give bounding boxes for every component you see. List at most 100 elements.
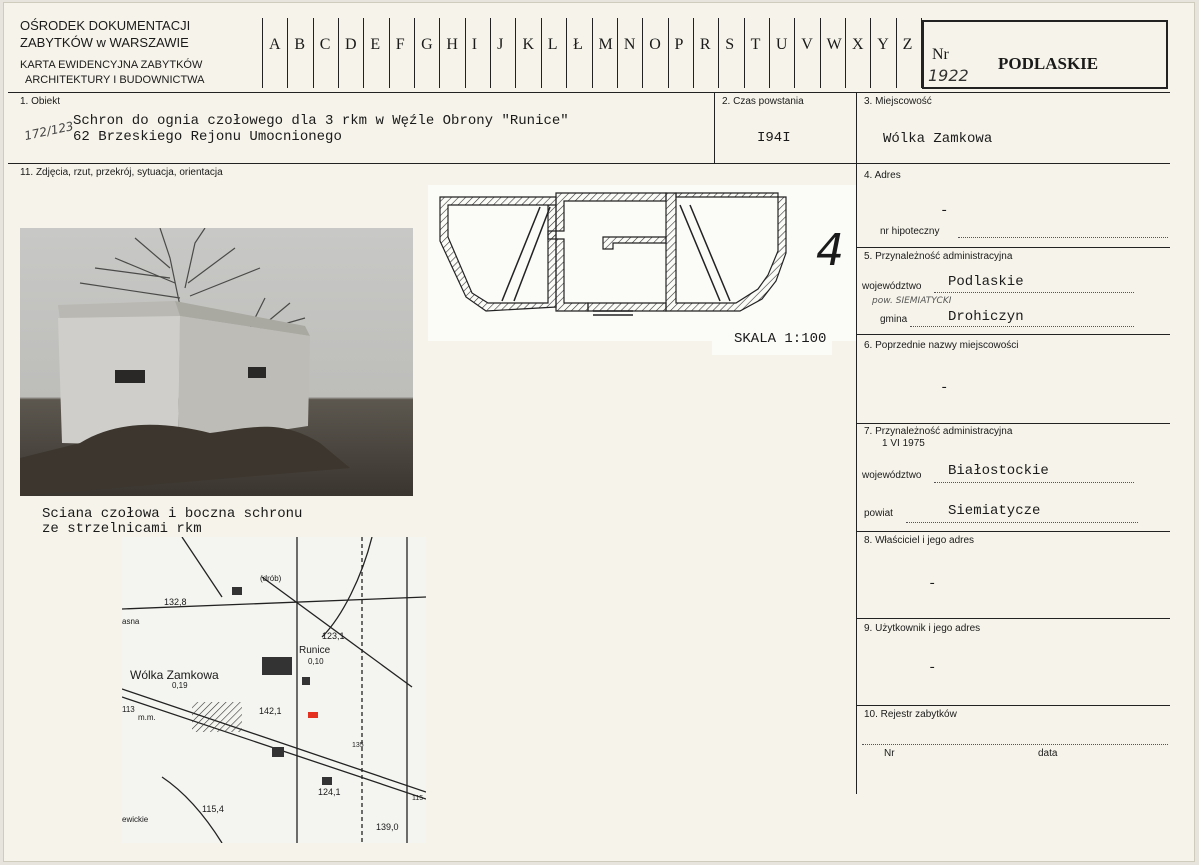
card-type-line-1: KARTA EWIDENCYJNA ZABYTKÓW — [20, 59, 203, 71]
alphabet-divider — [338, 18, 340, 88]
user-value: - — [928, 660, 937, 676]
map-label-wolka-area: 0,19 — [172, 681, 188, 690]
alphabet-divider — [540, 18, 542, 88]
alphabet-letter: T — [750, 36, 761, 53]
bunker-photo-svg — [20, 228, 350, 496]
map-label-runice: Runice — [299, 645, 331, 656]
map-label-wolka: Wólka Zamkowa — [130, 668, 219, 682]
address-value: - — [940, 203, 949, 219]
alphabet-letter: J — [497, 36, 504, 53]
alphabet-divider — [464, 18, 466, 88]
old-voivodeship-label: województwo — [862, 470, 922, 481]
field-1-label: 1. Obiekt — [20, 96, 61, 107]
construction-date: I94I — [757, 130, 791, 146]
nr-label: Nr — [932, 46, 949, 63]
alphabet-divider — [870, 18, 872, 88]
alphabet-letter: A — [269, 36, 281, 53]
alphabet-divider — [616, 18, 618, 88]
county-label: powiat — [864, 508, 893, 519]
old-voivodeship-value: Białostockie — [948, 463, 1049, 479]
alphabet-divider — [819, 18, 821, 88]
location-map: (drób) 132,8 asna 123,1 Runice 0,10 Wólk… — [122, 537, 426, 843]
previous-names-value: - — [940, 380, 949, 396]
field-4-label: 4. Adres — [864, 170, 901, 181]
alphabet-divider — [566, 18, 568, 88]
field-3-label: 3. Miejscowość — [864, 96, 932, 107]
alphabet-divider — [490, 18, 492, 88]
county-handwritten-note: pow. SIEMIATYCKI — [872, 296, 952, 306]
commune-value: Drohiczyn — [948, 309, 1024, 325]
alphabet-divider — [388, 18, 390, 88]
alphabet-letter: E — [370, 36, 381, 53]
alphabet-divider — [692, 18, 694, 88]
alphabet-divider — [667, 18, 669, 88]
alphabet-letter: L — [547, 36, 558, 53]
register-nr-label: Nr — [884, 748, 895, 759]
map-label-drob: (drób) — [260, 574, 282, 583]
register-date-label: data — [1038, 748, 1058, 759]
alphabet-divider — [743, 18, 745, 88]
alphabet-divider — [794, 18, 796, 88]
alphabet-divider — [363, 18, 365, 88]
field-5-label: 5. Przynależność administracyjna — [864, 251, 1013, 262]
alphabet-letter: C — [319, 36, 331, 53]
map-label-mm: m.m. — [138, 713, 156, 722]
institution-line-2: ZABYTKÓW w WARSZAWIE — [20, 35, 189, 50]
object-name-line-2: 62 Brzeskiego Rejonu Umocnionego — [73, 129, 342, 145]
floor-plan-svg — [439, 192, 787, 316]
alphabet-letter: U — [775, 36, 788, 53]
admin-date: 1 VI 1975 — [882, 438, 925, 449]
alphabet-letter: Y — [877, 36, 889, 53]
photo-caption-line-2: ze strzelnicami rkm — [42, 521, 202, 537]
field-2-label: 2. Czas powstania — [722, 96, 804, 107]
alphabet-letter: Ł — [573, 36, 583, 53]
field-6-label: 6. Poprzednie nazwy miejscowości — [864, 340, 1019, 351]
alphabet-letter: W — [826, 36, 842, 53]
map-label-113: 113 — [122, 705, 135, 714]
map-label-115: 115 — [412, 795, 424, 802]
map-label-runice-area: 0,10 — [308, 657, 324, 666]
county-value: Siemiatycze — [948, 503, 1041, 519]
field-11-label: 11. Zdjęcia, rzut, przekrój, sytuacja, o… — [20, 167, 223, 178]
voivodeship-label: województwo — [862, 281, 922, 292]
map-label-h1241: 124,1 — [318, 787, 341, 797]
alphabet-letter: P — [674, 36, 684, 53]
region-name: PODLASKIE — [998, 54, 1099, 73]
alphabet-letter: F — [395, 36, 405, 53]
alphabet-letter: M — [598, 36, 613, 53]
map-label-asna: asna — [122, 617, 140, 626]
alphabet-letter: N — [623, 36, 636, 53]
map-label-ewickie: ewickie — [122, 815, 149, 824]
card-type-line-2: ARCHITEKTURY I BUDOWNICTWA — [25, 74, 205, 86]
alphabet-letter: Z — [902, 36, 913, 53]
alphabet-divider — [718, 18, 720, 88]
bunker-photo — [20, 228, 413, 496]
alphabet-divider — [439, 18, 441, 88]
alphabet-divider — [768, 18, 770, 88]
map-label-h1231: 123,1 — [322, 631, 345, 641]
alphabet-letter: S — [725, 36, 735, 53]
field-8-label: 8. Właściciel i jego adres — [864, 535, 975, 546]
floor-plan-drawing: 4 — [428, 185, 856, 341]
alphabet-letter: I — [471, 36, 478, 53]
alphabet-letter: O — [649, 36, 661, 53]
alphabet-letter: G — [421, 36, 433, 53]
alphabet-divider — [895, 18, 897, 88]
alphabet-divider — [642, 18, 644, 88]
alphabet-divider — [312, 18, 314, 88]
field-10-label: 10. Rejestr zabytków — [864, 709, 957, 720]
map-label-h1154: 115,4 — [202, 804, 224, 814]
object-name-line-1: Schron do ognia czołowego dla 3 rkm w Wę… — [73, 113, 569, 129]
alphabet-letter: D — [345, 36, 357, 53]
map-label-h1328: 132,8 — [164, 597, 187, 607]
alphabet-divider — [844, 18, 846, 88]
plan-scale: SKALA 1:100 — [712, 331, 833, 355]
photo-caption-line-1: Sciana czołowa i boczna schronu — [42, 506, 303, 522]
plan-number: 4 — [816, 225, 844, 276]
alphabet-divider — [591, 18, 593, 88]
voivodeship-value: Podlaskie — [948, 274, 1024, 290]
alphabet-letter: B — [294, 36, 306, 53]
nr-box: Nr 1922 PODLASKIE — [922, 20, 1168, 89]
field-7-label: 7. Przynależność administracyjna — [864, 426, 1013, 437]
alphabet-letter: R — [699, 36, 711, 53]
